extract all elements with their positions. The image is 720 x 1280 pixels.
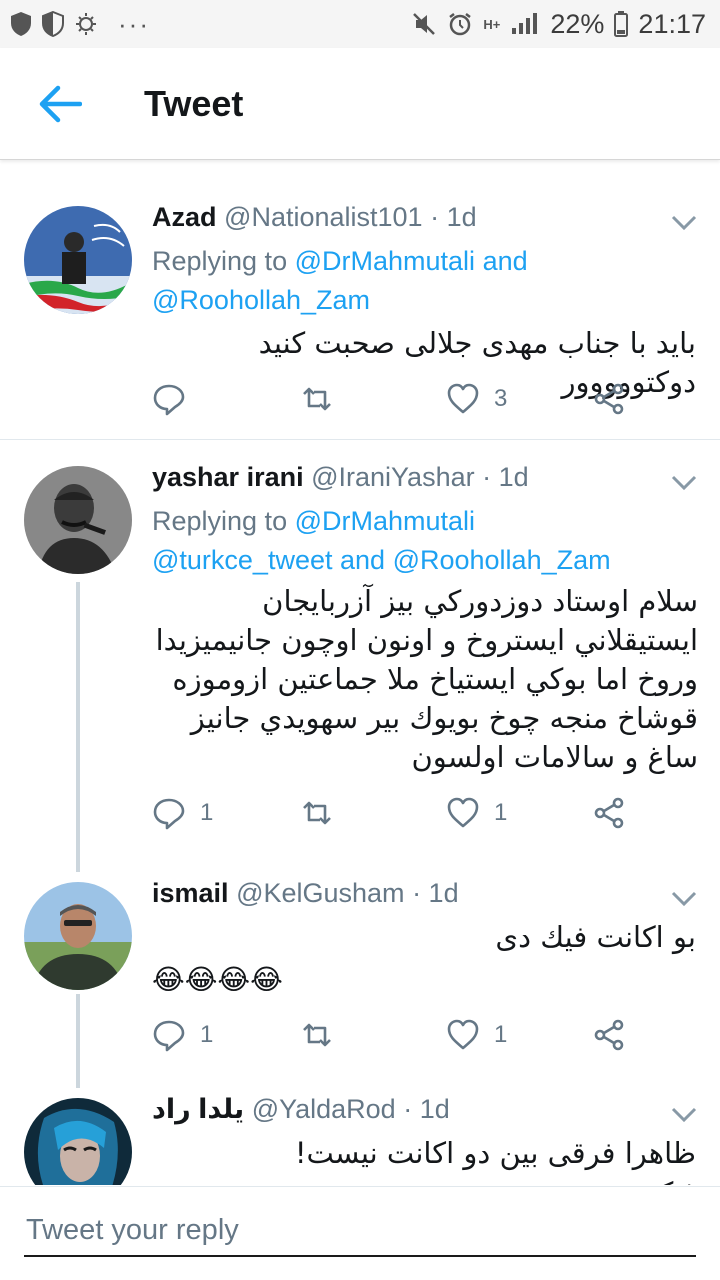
reply-button[interactable]: 1 — [152, 796, 213, 830]
retweet-icon — [303, 1023, 331, 1047]
retweet-button[interactable] — [300, 382, 348, 416]
retweet-icon — [303, 801, 331, 825]
share-icon — [594, 383, 624, 415]
share-icon — [594, 797, 624, 829]
avatar-image-yalda — [24, 1098, 132, 1185]
retweet-button[interactable] — [300, 1018, 348, 1052]
like-button[interactable]: 1 — [446, 796, 507, 830]
avatar-image-yashar — [24, 466, 132, 574]
tweet-actions: 1 1 — [152, 796, 640, 836]
tweet-text: بو اكانت فيك دى — [495, 920, 696, 954]
reply-count: 1 — [200, 1021, 214, 1048]
network-type: H+ — [483, 16, 501, 32]
avatar[interactable] — [24, 206, 132, 314]
tweet-time: · 1d — [482, 462, 529, 492]
like-button[interactable]: 3 — [446, 382, 507, 416]
display-name[interactable]: ismail — [152, 878, 229, 908]
mention-link[interactable]: @turkce_tweet — [152, 545, 332, 575]
avatar[interactable] — [24, 882, 132, 990]
like-count: 1 — [494, 799, 508, 826]
tweet-feed[interactable]: Azad @Nationalist101 · 1d Replying to @D… — [0, 178, 720, 1185]
tweet-text: ظاهرا فرقی بین دو اکانت نیست! — [294, 1136, 696, 1170]
clock: 21:17 — [638, 8, 706, 39]
share-icon — [594, 1019, 624, 1051]
and-word[interactable]: and — [483, 246, 528, 276]
battery-percent: 22% — [550, 8, 605, 39]
tweet-header: Azad @Nationalist101 · 1d — [152, 202, 660, 242]
back-button[interactable] — [30, 74, 90, 134]
alarm-icon — [449, 13, 472, 36]
heart-icon — [447, 797, 479, 828]
tweet-time: · 1d — [430, 202, 477, 232]
top-app-bar: Tweet — [0, 48, 720, 160]
tweet-item[interactable]: Azad @Nationalist101 · 1d Replying to @D… — [0, 178, 720, 440]
display-name[interactable]: Azad — [152, 202, 217, 232]
replying-prefix: Replying to — [152, 246, 288, 276]
mute-icon — [413, 13, 436, 35]
and-word[interactable]: and — [340, 545, 385, 575]
tweet-actions: 1 1 — [152, 1018, 640, 1058]
reply-icon — [153, 1020, 185, 1052]
heart-icon — [447, 1019, 479, 1050]
replying-to: Replying to @DrMahmutali @turkce_tweet a… — [152, 502, 690, 580]
avatar[interactable] — [24, 466, 132, 574]
tweet-item[interactable]: یلدا راد @YaldaRod · 1d ظاهرا فرقی بین د… — [0, 1086, 720, 1185]
replying-to: Replying to @DrMahmutali and @Roohollah_… — [152, 242, 690, 320]
display-name[interactable]: یلدا راد — [152, 1094, 244, 1124]
tweet-text-overflow: فیک — [152, 1174, 696, 1185]
chevron-down-icon[interactable] — [670, 214, 698, 232]
heart-icon — [447, 383, 479, 414]
reply-input[interactable] — [24, 1205, 696, 1257]
status-bar: ··· H+ 22% 21:17 — [0, 0, 720, 48]
tweet-time: · 1d — [403, 1094, 450, 1124]
chevron-down-icon[interactable] — [670, 1106, 698, 1124]
avatar-image-ismail — [24, 882, 132, 990]
retweet-button[interactable] — [300, 796, 348, 830]
avatar[interactable] — [24, 1098, 132, 1185]
like-count: 1 — [494, 1021, 508, 1048]
reply-icon — [153, 798, 185, 830]
reply-count: 1 — [200, 799, 214, 826]
tweet-header: yashar irani @IraniYashar · 1d — [152, 462, 660, 502]
tweet-time: · 1d — [412, 878, 459, 908]
like-button[interactable]: 1 — [446, 1018, 507, 1052]
chevron-down-icon[interactable] — [670, 890, 698, 908]
back-arrow-icon — [39, 85, 82, 122]
more-notifications-icon: ··· — [118, 8, 150, 39]
reply-composer — [0, 1186, 720, 1280]
replying-prefix: Replying to — [152, 506, 288, 536]
tweet-item[interactable]: ismail @KelGusham · 1d بو اكانت فيك دى 😂… — [0, 870, 720, 1086]
tweet-item[interactable]: yashar irani @IraniYashar · 1d Replying … — [0, 440, 720, 870]
user-handle[interactable]: @KelGusham — [236, 878, 404, 908]
avatar-image-azad — [24, 206, 132, 314]
retweet-icon — [303, 387, 331, 411]
like-count: 3 — [494, 385, 508, 412]
tweet-header: ismail @KelGusham · 1d — [152, 878, 660, 918]
user-handle[interactable]: @Nationalist101 — [224, 202, 423, 232]
shield-half-icon — [42, 11, 64, 37]
user-handle[interactable]: @IraniYashar — [311, 462, 474, 492]
tweet-text: سلام اوستاد دوزدوركي بيز آزربايجان ايستي… — [155, 584, 698, 774]
user-handle[interactable]: @YaldaRod — [252, 1094, 396, 1124]
tweet-actions: 3 — [152, 382, 640, 422]
page-title: Tweet — [144, 82, 244, 124]
tweet-emojis: 😂😂😂😂 — [152, 963, 283, 996]
reply-icon — [153, 384, 185, 416]
reply-button[interactable]: 1 — [152, 1018, 213, 1052]
battery-icon — [614, 11, 629, 37]
weather-icon — [76, 13, 96, 35]
mention-link[interactable]: @DrMahmutali — [295, 246, 475, 276]
signal-icon — [512, 13, 538, 34]
reply-button[interactable] — [152, 382, 200, 416]
display-name[interactable]: yashar irani — [152, 462, 304, 492]
shield-icon — [11, 12, 31, 36]
mention-link[interactable]: @DrMahmutali — [295, 506, 475, 536]
mention-link[interactable]: @Roohollah_Zam — [152, 285, 370, 315]
share-button[interactable] — [592, 382, 626, 416]
tweet-header: یلدا راد @YaldaRod · 1d — [152, 1094, 660, 1134]
share-button[interactable] — [592, 1018, 626, 1052]
mention-link[interactable]: @Roohollah_Zam — [393, 545, 611, 575]
share-button[interactable] — [592, 796, 626, 830]
chevron-down-icon[interactable] — [670, 474, 698, 492]
